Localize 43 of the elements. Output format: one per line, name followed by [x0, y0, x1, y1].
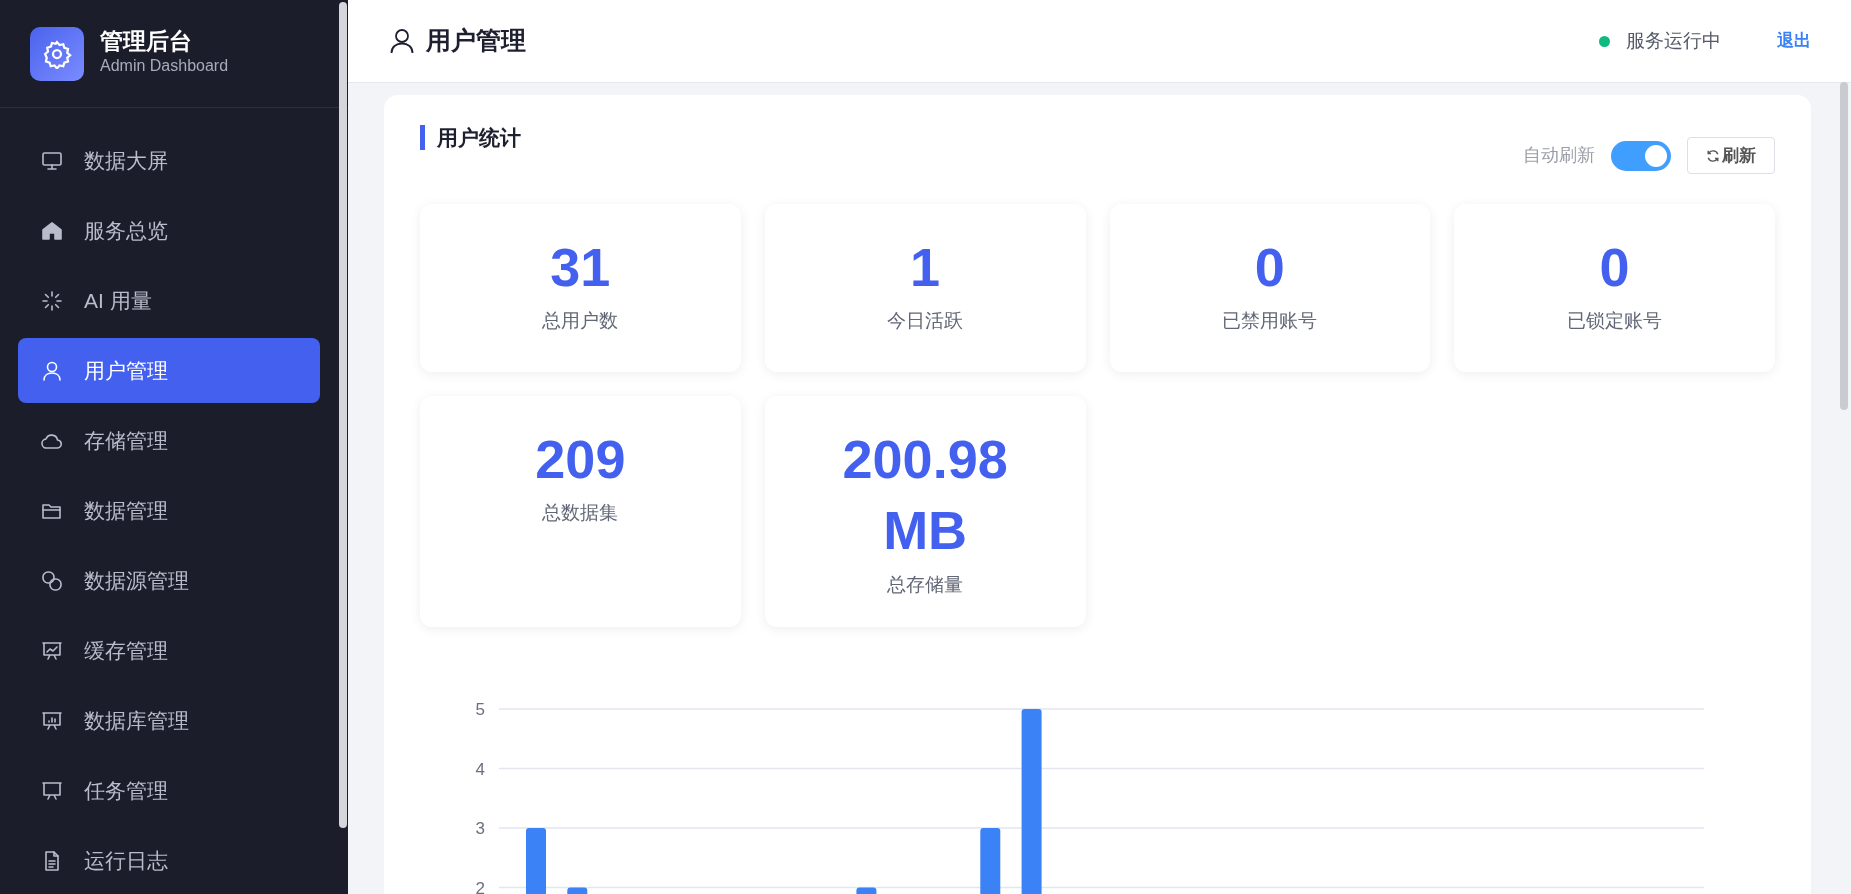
- sidebar-item[interactable]: 用户管理: [18, 338, 320, 403]
- refresh-button[interactable]: 刷新: [1687, 137, 1775, 174]
- stat-value: 0: [1253, 236, 1286, 299]
- sidebar-item[interactable]: 任务管理: [18, 758, 320, 823]
- stat-value: 1: [909, 236, 942, 299]
- sidebar-item[interactable]: AI 用量: [18, 268, 320, 333]
- app-title: 管理后台: [100, 28, 193, 55]
- stat-value: 200.98 MB: [841, 428, 1009, 563]
- stat-label: 今日活跃: [886, 309, 965, 334]
- sidebar-item[interactable]: 缓存管理: [18, 618, 320, 683]
- sidebar-item[interactable]: 数据管理: [18, 478, 320, 543]
- stat-label: 已锁定账号: [1566, 309, 1664, 334]
- sidebar-item[interactable]: 服务总览: [18, 198, 320, 263]
- app-subtitle: Admin Dashboard: [100, 56, 229, 77]
- refresh-icon: [1706, 148, 1720, 163]
- sidebar-item[interactable]: 运行日志: [18, 828, 320, 893]
- auto-refresh-toggle[interactable]: [1611, 140, 1671, 171]
- link-icon: [40, 568, 64, 593]
- y-tick-label: 2: [475, 878, 485, 894]
- page-title: 用户管理: [426, 25, 526, 57]
- y-tick-label: 5: [475, 700, 485, 720]
- status-text: 服务运行中: [1626, 28, 1721, 53]
- scrollbar-thumb[interactable]: [1840, 82, 1848, 410]
- logout-link[interactable]: 退出: [1777, 28, 1811, 54]
- sparkle-icon: [40, 288, 64, 313]
- y-tick-label: 3: [475, 819, 485, 839]
- y-tick-label: 4: [475, 759, 485, 779]
- sidebar-item[interactable]: 存储管理: [18, 408, 320, 473]
- stat-value: 31: [549, 236, 612, 299]
- stat-label: 总数据集: [541, 501, 620, 526]
- stat-label: 已禁用账号: [1221, 309, 1319, 334]
- section-title: 用户统计: [420, 125, 521, 151]
- stat-value: 209: [534, 428, 627, 491]
- auto-refresh-label: 自动刷新: [1523, 144, 1595, 167]
- sidebar-item[interactable]: 数据库管理: [18, 688, 320, 753]
- sidebar-item[interactable]: 数据大屏: [18, 128, 320, 193]
- stat-value: 0: [1598, 236, 1631, 299]
- sidebar-item[interactable]: 数据源管理: [18, 548, 320, 613]
- stat-label: 总存储量: [886, 572, 965, 597]
- scrollbar-thumb[interactable]: [339, 2, 347, 828]
- user-icon: [390, 28, 414, 54]
- stat-label: 总用户数: [541, 309, 620, 334]
- logo-gear-icon: [30, 26, 84, 81]
